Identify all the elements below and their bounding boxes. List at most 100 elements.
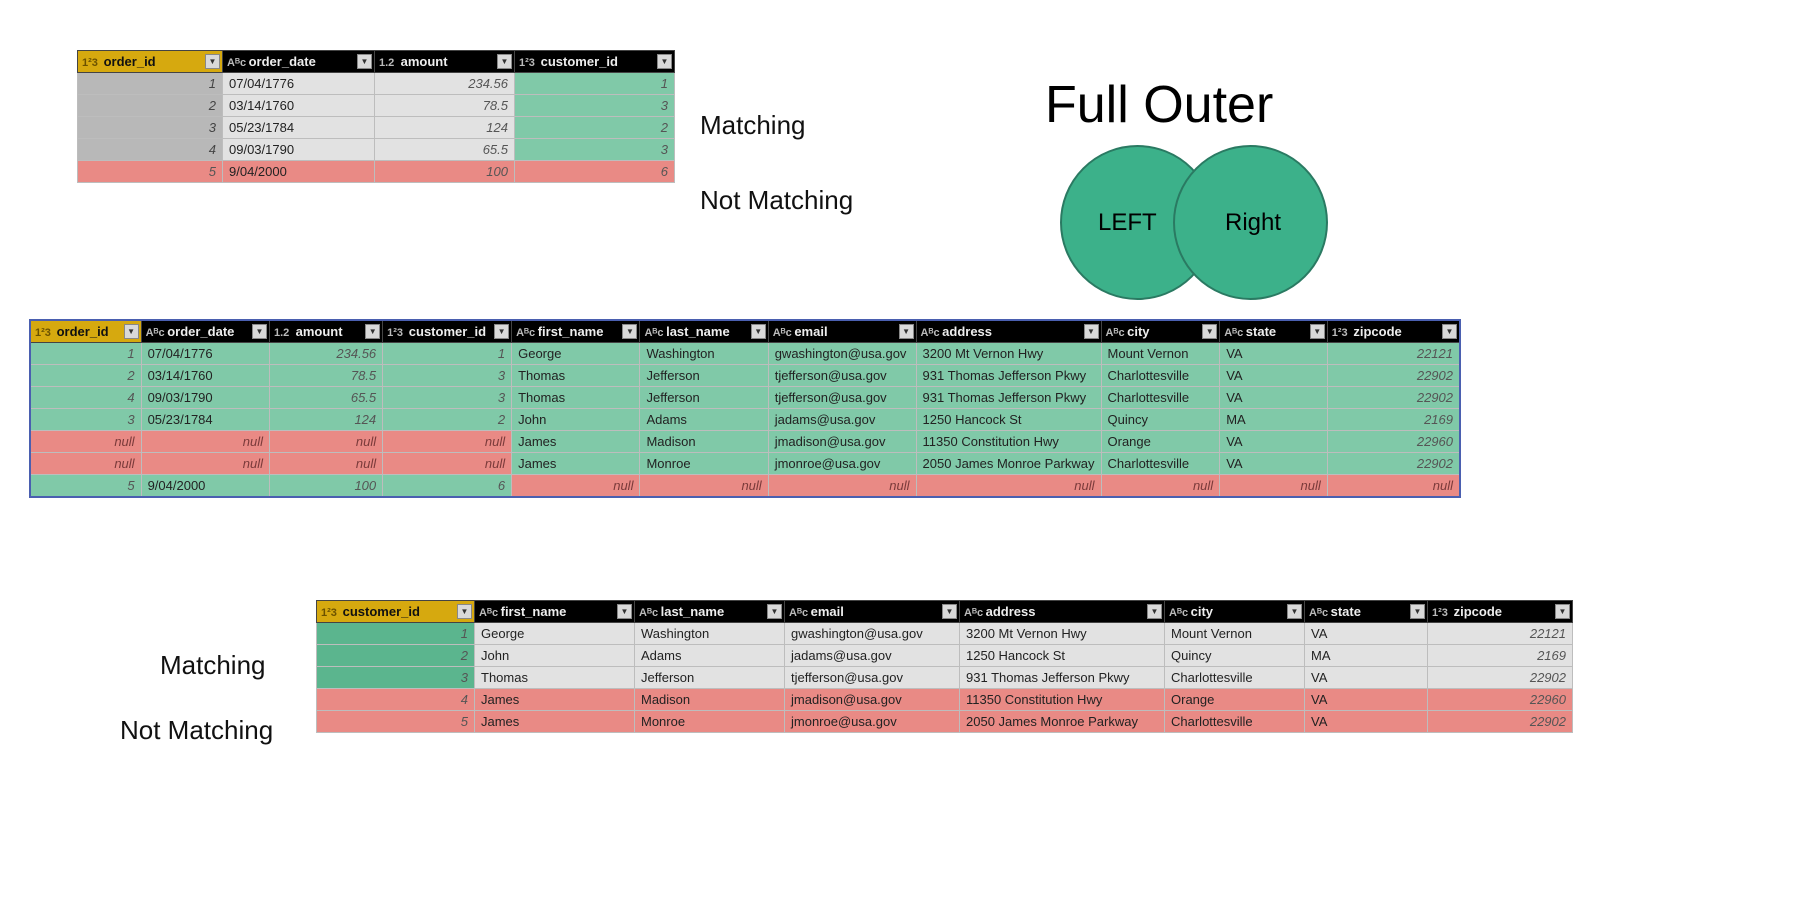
table-row: 1GeorgeWashingtongwashington@usa.gov3200… [317,623,1573,645]
table-row: 59/04/20001006 [78,161,675,183]
column-header-customer-id[interactable]: 1²3 customer_id▼ [515,51,675,73]
filter-dropdown-icon[interactable]: ▼ [1147,604,1162,619]
column-header-customer-id[interactable]: 1²3 customer_id▼ [383,321,512,343]
column-header-address[interactable]: Aᴮc address▼ [916,321,1101,343]
column-header-state[interactable]: Aᴮc state▼ [1220,321,1328,343]
cell: 234.56 [375,73,515,95]
table-row: 305/23/17841242 [78,117,675,139]
filter-dropdown-icon[interactable]: ▼ [252,324,267,339]
cell: 3 [31,409,142,431]
column-header-city[interactable]: Aᴮc city▼ [1165,601,1305,623]
filter-dropdown-icon[interactable]: ▼ [617,604,632,619]
cell: Monroe [635,711,785,733]
customers-table: 1²3 customer_id▼Aᴮc first_name▼Aᴮc last_… [316,600,1573,733]
filter-dropdown-icon[interactable]: ▼ [899,324,914,339]
cell: 1 [383,343,512,365]
cell: null [1327,475,1459,497]
cell: James [475,689,635,711]
cell: Orange [1165,689,1305,711]
filter-dropdown-icon[interactable]: ▼ [497,54,512,69]
column-header-order-id[interactable]: 1²3 order_id▼ [31,321,142,343]
cell: 2169 [1327,409,1459,431]
cell: jmonroe@usa.gov [768,453,916,475]
column-label: order_id [53,324,109,339]
column-header-order-date[interactable]: Aᴮc order_date▼ [223,51,375,73]
cell: null [31,453,142,475]
table-row: 409/03/179065.53 [78,139,675,161]
filter-dropdown-icon[interactable]: ▼ [457,604,472,619]
cell: null [141,453,269,475]
cell: 2050 James Monroe Parkway [960,711,1165,733]
filter-dropdown-icon[interactable]: ▼ [1555,604,1570,619]
column-header-zipcode[interactable]: 1²3 zipcode▼ [1428,601,1573,623]
cell: 4 [78,139,223,161]
filter-dropdown-icon[interactable]: ▼ [942,604,957,619]
int-type-icon: 1²3 [1432,607,1450,619]
column-label: amount [397,54,448,69]
filter-dropdown-icon[interactable]: ▼ [1410,604,1425,619]
cell: VA [1305,667,1428,689]
full-outer-result-table: 1²3 order_id▼Aᴮc order_date▼1.2 amount▼1… [30,320,1460,497]
filter-dropdown-icon[interactable]: ▼ [1442,324,1457,339]
cell: Charlottesville [1101,453,1220,475]
text-type-icon: Aᴮc [921,327,939,339]
cell: 6 [515,161,675,183]
text-type-icon: Aᴮc [1106,327,1124,339]
filter-dropdown-icon[interactable]: ▼ [622,324,637,339]
filter-dropdown-icon[interactable]: ▼ [767,604,782,619]
cell: tjefferson@usa.gov [768,387,916,409]
cell: 22960 [1428,689,1573,711]
filter-dropdown-icon[interactable]: ▼ [751,324,766,339]
column-header-email[interactable]: Aᴮc email▼ [768,321,916,343]
customers-notmatching-label: Not Matching [120,715,273,746]
column-header-order-date[interactable]: Aᴮc order_date▼ [141,321,269,343]
filter-dropdown-icon[interactable]: ▼ [1202,324,1217,339]
column-header-email[interactable]: Aᴮc email▼ [785,601,960,623]
column-header-zipcode[interactable]: 1²3 zipcode▼ [1327,321,1459,343]
filter-dropdown-icon[interactable]: ▼ [365,324,380,339]
cell: 05/23/1784 [141,409,269,431]
cell: 9/04/2000 [223,161,375,183]
filter-dropdown-icon[interactable]: ▼ [1287,604,1302,619]
filter-dropdown-icon[interactable]: ▼ [357,54,372,69]
filter-dropdown-icon[interactable]: ▼ [1084,324,1099,339]
column-header-last-name[interactable]: Aᴮc last_name▼ [635,601,785,623]
cell: 78.5 [375,95,515,117]
cell: George [475,623,635,645]
cell: Mount Vernon [1101,343,1220,365]
cell: 3200 Mt Vernon Hwy [916,343,1101,365]
orders-table: 1²3 order_id▼Aᴮc order_date▼1.2 amount▼1… [77,50,675,183]
column-header-order-id[interactable]: 1²3 order_id▼ [78,51,223,73]
cell: 1 [515,73,675,95]
filter-dropdown-icon[interactable]: ▼ [1310,324,1325,339]
cell: 3200 Mt Vernon Hwy [960,623,1165,645]
cell: 3 [78,117,223,139]
column-header-first-name[interactable]: Aᴮc first_name▼ [475,601,635,623]
cell: 65.5 [375,139,515,161]
column-header-amount[interactable]: 1.2 amount▼ [270,321,383,343]
cell: Charlottesville [1165,711,1305,733]
cell: null [383,431,512,453]
cell: 2169 [1428,645,1573,667]
column-header-address[interactable]: Aᴮc address▼ [960,601,1165,623]
table-row: 203/14/176078.53 [78,95,675,117]
filter-dropdown-icon[interactable]: ▼ [657,54,672,69]
column-header-last-name[interactable]: Aᴮc last_name▼ [640,321,768,343]
filter-dropdown-icon[interactable]: ▼ [205,54,220,69]
cell: 05/23/1784 [223,117,375,139]
filter-dropdown-icon[interactable]: ▼ [124,324,139,339]
cell: 2 [515,117,675,139]
text-type-icon: Aᴮc [773,327,791,339]
cell: 1250 Hancock St [916,409,1101,431]
cell: 22960 [1327,431,1459,453]
column-header-amount[interactable]: 1.2 amount▼ [375,51,515,73]
cell: 931 Thomas Jefferson Pkwy [960,667,1165,689]
cell: null [916,475,1101,497]
column-header-customer-id[interactable]: 1²3 customer_id▼ [317,601,475,623]
table-row: 409/03/179065.53ThomasJeffersontjefferso… [31,387,1460,409]
column-header-first-name[interactable]: Aᴮc first_name▼ [512,321,640,343]
filter-dropdown-icon[interactable]: ▼ [494,324,509,339]
table-row: 5JamesMonroejmonroe@usa.gov2050 James Mo… [317,711,1573,733]
column-header-city[interactable]: Aᴮc city▼ [1101,321,1220,343]
column-header-state[interactable]: Aᴮc state▼ [1305,601,1428,623]
